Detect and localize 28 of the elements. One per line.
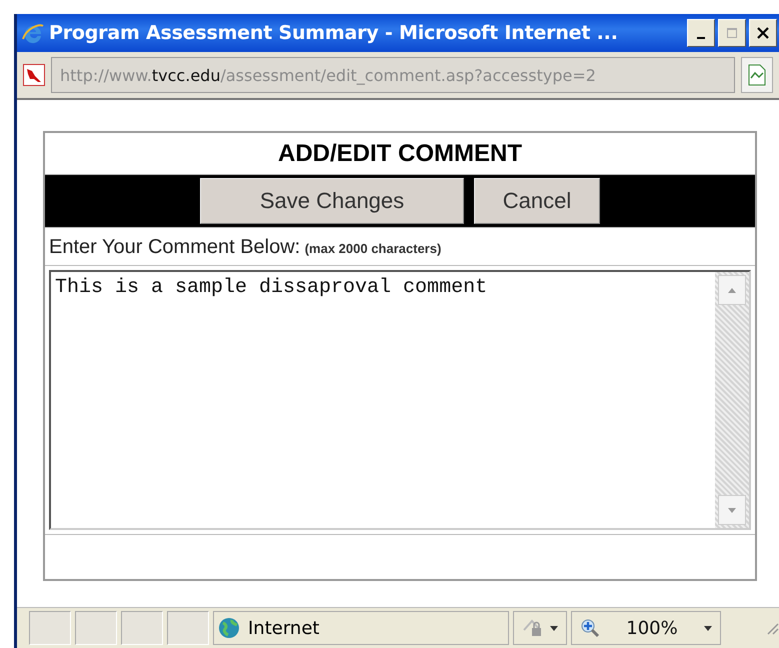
status-pane xyxy=(29,611,71,645)
caret-icon xyxy=(704,626,712,630)
caret-icon xyxy=(550,626,558,630)
globe-icon xyxy=(218,617,240,639)
character-limit-hint: (max 2000 characters) xyxy=(304,241,442,256)
form-button[interactable]: Cancel xyxy=(474,178,600,224)
page-icon xyxy=(748,64,766,86)
status-pane xyxy=(121,611,163,645)
resize-grip-icon xyxy=(765,621,779,635)
address-field[interactable]: http://www.tvcc.edu/assessment/edit_comment.asp?accesstype=2 xyxy=(51,57,735,93)
minimize-button[interactable] xyxy=(687,19,715,47)
lock-icon xyxy=(522,618,544,638)
form-button[interactable]: Save Changes xyxy=(200,178,464,224)
zoom-button[interactable]: 100% xyxy=(571,611,721,645)
close-icon xyxy=(757,27,769,39)
window-title: Program Assessment Summary - Microsoft Internet ... xyxy=(49,22,619,44)
zoom-in-icon xyxy=(580,618,600,638)
close-button[interactable] xyxy=(749,19,777,47)
maximize-icon xyxy=(727,28,737,38)
bird-icon xyxy=(23,64,45,86)
page-button[interactable] xyxy=(741,57,773,93)
minimize-icon xyxy=(697,37,705,39)
status-pane xyxy=(167,611,209,645)
status-pane xyxy=(75,611,117,645)
zone-label: Internet xyxy=(248,618,320,638)
protected-mode-button[interactable] xyxy=(513,611,567,645)
comment-label: Enter Your Comment Below: xyxy=(49,236,300,258)
browser-logo-icon xyxy=(21,21,45,45)
